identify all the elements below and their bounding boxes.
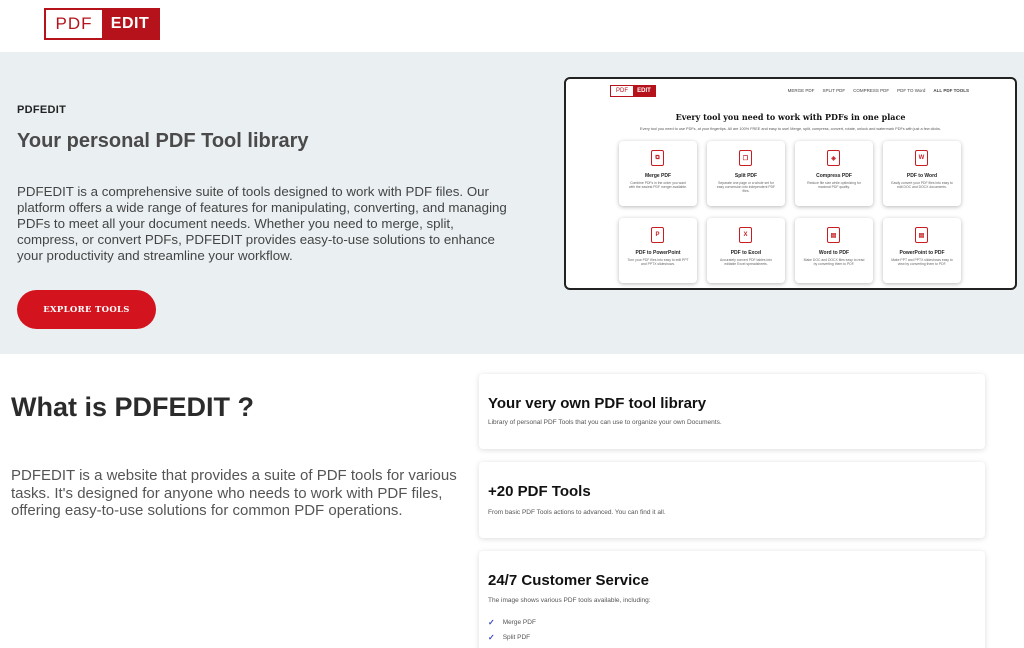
- preview-nav-item: ALL PDF TOOLS: [933, 88, 969, 93]
- tool-name: PowerPoint to PDF: [899, 250, 945, 256]
- hero-eyebrow: PDFEDIT: [17, 104, 67, 116]
- compress-icon: ◈: [827, 150, 840, 166]
- word-icon: W: [915, 150, 928, 166]
- top-bar: PDF EDIT: [0, 0, 1024, 52]
- logo-part-pdf: PDF: [46, 10, 102, 38]
- feature-text: The image shows various PDF tools availa…: [488, 597, 651, 604]
- preview-tool-card: ❐ Split PDF Separate one page or a whole s…: [707, 141, 785, 206]
- feature-title: Your very own PDF tool library: [488, 395, 707, 412]
- preview-logo-pdf: PDF: [616, 88, 628, 94]
- excel-icon: X: [739, 227, 752, 243]
- tool-desc: Easily convert your PDF files into easy …: [891, 181, 953, 190]
- hero-section: PDFEDIT Your personal PDF Tool library P…: [0, 52, 1024, 354]
- checkmark-icon: ✓: [488, 618, 495, 627]
- feature-title: +20 PDF Tools: [488, 483, 591, 500]
- feature-card: Your very own PDF tool library Library o…: [479, 374, 985, 449]
- tool-name: Compress PDF: [816, 173, 852, 179]
- list-item: ✓ Merge PDF: [488, 615, 536, 630]
- preview-nav-item: COMPRESS PDF: [853, 88, 890, 93]
- brand-logo[interactable]: PDF EDIT: [44, 8, 160, 40]
- explore-tools-button[interactable]: EXPLORE TOOLS: [17, 290, 156, 329]
- preview-nav: MERGE PDF SPLIT PDF COMPRESS PDF PDF TO …: [788, 88, 969, 93]
- hero-title: Your personal PDF Tool library: [17, 130, 309, 152]
- tool-name: Word to PDF: [818, 250, 850, 256]
- feature-card: +20 PDF Tools From basic PDF Tools actio…: [479, 462, 985, 538]
- pdf-icon: ▤: [915, 227, 928, 243]
- preview-nav-item: SPLIT PDF: [822, 88, 846, 93]
- tool-desc: Reduce file size while optimizing for ma…: [807, 181, 861, 190]
- tools-preview-image: PDF EDIT MERGE PDF SPLIT PDF COMPRESS PD…: [564, 77, 1017, 290]
- powerpoint-icon: P: [651, 227, 664, 243]
- logo-part-edit: EDIT: [102, 10, 158, 38]
- tool-name: Split PDF: [734, 173, 758, 179]
- tool-name: Merge PDF: [644, 173, 672, 179]
- tool-name: PDF to Word: [906, 173, 938, 179]
- tool-desc: Accurately convert PDF tables into edita…: [719, 258, 772, 267]
- list-item-label: Split PDF: [502, 634, 531, 641]
- tool-desc: Turn your PDF files into easy to edit PP…: [627, 258, 689, 267]
- list-item-label: Merge PDF: [502, 619, 536, 626]
- hero-description: PDFEDIT is a comprehensive suite of tool…: [17, 184, 507, 263]
- feature-title: 24/7 Customer Service: [488, 572, 649, 589]
- split-icon: ❐: [739, 150, 752, 166]
- what-is-description: PDFEDIT is a website that provides a sui…: [11, 467, 457, 519]
- preview-tool-card: ▤ Word to PDF Make DOC and DOCX files easy…: [795, 218, 873, 283]
- preview-nav-item: MERGE PDF: [787, 88, 815, 93]
- preview-nav-item: PDF TO Word: [897, 88, 926, 93]
- feature-text: From basic PDF Tools actions to advanced…: [488, 509, 666, 516]
- tool-name: PDF to Excel: [730, 250, 762, 256]
- feature-list: ✓ Merge PDF ✓ Split PDF: [488, 615, 536, 645]
- preview-subtitle: Every tool you need to use PDFs, at your…: [640, 127, 941, 131]
- tool-desc: Separate one page or a whole set for eas…: [716, 181, 776, 194]
- feature-card: 24/7 Customer Service The image shows va…: [479, 551, 985, 648]
- preview-tool-card: X PDF to Excel Accurately convert PDF tabl…: [707, 218, 785, 283]
- preview-logo: PDF EDIT: [610, 85, 656, 97]
- preview-title: Every tool you need to work with PDFs in…: [675, 112, 906, 122]
- feature-text: Library of personal PDF Tools that you c…: [488, 419, 722, 426]
- tool-desc: Make PPT and PPTX slideshows easy to vie…: [891, 258, 953, 267]
- preview-tool-card: P PDF to PowerPoint Turn your PDF files in…: [619, 218, 697, 283]
- merge-icon: ⧉: [651, 150, 664, 166]
- tool-desc: Combine PDFs in the order you want with …: [628, 181, 688, 190]
- checkmark-icon: ✓: [488, 633, 495, 642]
- pdf-icon: ▤: [827, 227, 840, 243]
- what-is-title: What is PDFEDIT ?: [11, 392, 254, 422]
- preview-tool-grid: ⧉ Merge PDF Combine PDFs in the order you …: [619, 141, 963, 283]
- tool-desc: Make DOC and DOCX files easy to read by …: [803, 258, 865, 267]
- list-item: ✓ Split PDF: [488, 630, 536, 645]
- preview-logo-edit: EDIT: [633, 86, 655, 96]
- tool-name: PDF to PowerPoint: [635, 250, 681, 256]
- preview-tool-card: W PDF to Word Easily convert your PDF file…: [883, 141, 961, 206]
- preview-tool-card: ⧉ Merge PDF Combine PDFs in the order you …: [619, 141, 697, 206]
- preview-tool-card: ◈ Compress PDF Reduce file size while opti…: [795, 141, 873, 206]
- preview-tool-card: ▤ PowerPoint to PDF Make PPT and PPTX slid…: [883, 218, 961, 283]
